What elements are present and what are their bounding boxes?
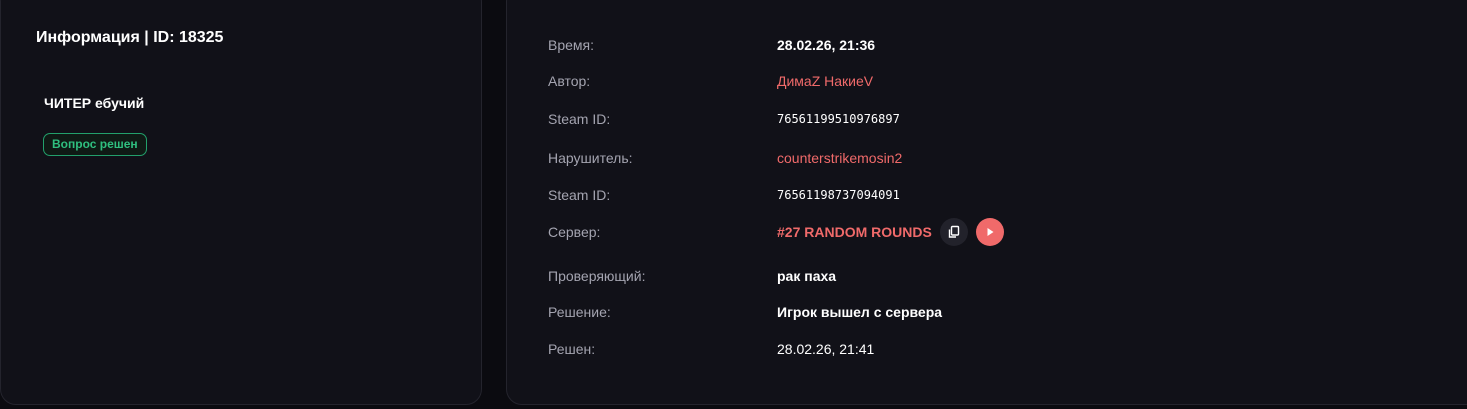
server-label: Сервер:	[548, 224, 601, 240]
author-link[interactable]: ДимаZ НакиеV	[777, 71, 873, 91]
violator-link[interactable]: counterstrikemosin2	[777, 148, 902, 168]
reviewer-label: Проверяющий:	[548, 268, 646, 284]
violator-steam-id: 76561198737094091	[777, 188, 900, 202]
copy-icon	[948, 225, 960, 238]
decision-value: Игрок вышел с сервера	[777, 304, 943, 320]
copy-server-button[interactable]	[939, 218, 968, 246]
resolved-label: Решен:	[548, 341, 596, 357]
resolved-value: 28.02.26, 21:41	[777, 341, 875, 357]
details-panel: Время: 28.02.26, 21:36 Автор: ДимаZ Наки…	[506, 0, 1467, 405]
time-value: 28.02.26, 21:36	[777, 37, 876, 53]
violator-steam-label: Steam ID:	[548, 187, 611, 203]
complaint-reason: ЧИТЕР ебучий	[44, 95, 145, 111]
decision-label: Решение:	[548, 304, 611, 320]
author-steam-id: 76561199510976897	[777, 112, 900, 126]
reviewer-value: рак паха	[777, 268, 837, 284]
time-label: Время:	[548, 37, 595, 53]
page: Информация | ID: 18325 ЧИТЕР ебучий Вопр…	[0, 0, 1467, 409]
status-badge: Вопрос решен	[43, 133, 147, 156]
violator-label: Нарушитель:	[548, 150, 633, 166]
author-label: Автор:	[548, 73, 591, 89]
info-title: Информация | ID: 18325	[36, 29, 224, 46]
info-panel: Информация | ID: 18325 ЧИТЕР ебучий Вопр…	[0, 0, 482, 405]
connect-server-button[interactable]	[975, 218, 1004, 246]
author-steam-label: Steam ID:	[548, 111, 611, 127]
server-name-link[interactable]: #27 RANDOM ROUNDS	[777, 222, 932, 242]
play-icon	[987, 228, 994, 236]
server-value: #27 RANDOM ROUNDS	[777, 218, 1004, 246]
